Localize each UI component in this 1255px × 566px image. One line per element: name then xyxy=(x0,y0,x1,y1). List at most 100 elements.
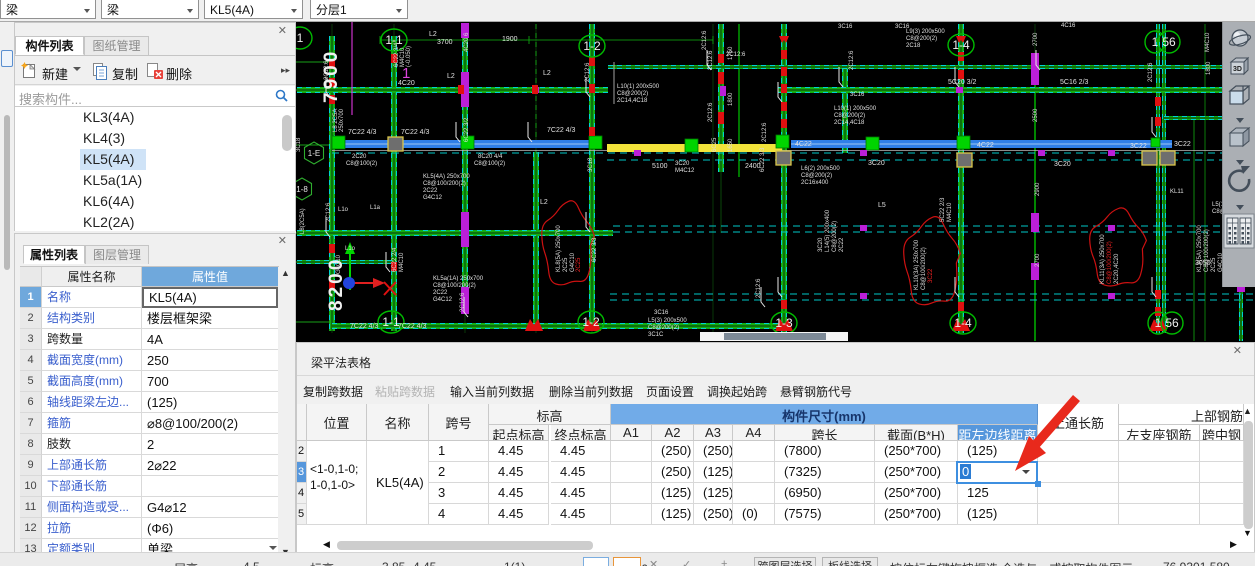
svg-text:1-8: 1-8 xyxy=(296,185,308,194)
svg-text:1-4: 1-4 xyxy=(952,38,970,52)
svg-text:KL10(3A) 250x700: KL10(3A) 250x700 xyxy=(914,239,920,290)
svg-text:M4C10: M4C10 xyxy=(399,252,405,272)
svg-text:L5(3) 200x500: L5(3) 200x500 xyxy=(648,318,687,324)
svg-text:2C14,4C18: 2C14,4C18 xyxy=(617,98,648,104)
svg-text:C8@100(2): C8@100(2) xyxy=(346,161,377,167)
svg-text:1-2: 1-2 xyxy=(583,39,601,53)
svg-text:C8@200(2): C8@200(2) xyxy=(617,91,648,97)
svg-text:KL9(5A) 250x700: KL9(5A) 250x700 xyxy=(1197,225,1203,272)
svg-text:C8@200(2): C8@200(2) xyxy=(834,113,865,119)
svg-text:6C22 2/4: 6C22 2/4 xyxy=(392,247,398,272)
svg-text:2C22: 2C22 xyxy=(839,237,845,252)
svg-text:2C12:6: 2C12:6 xyxy=(708,50,714,70)
svg-text:3C20: 3C20 xyxy=(868,160,885,167)
svg-text:1-4: 1-4 xyxy=(954,316,972,330)
svg-text:C8@100/200(2): C8@100/200(2) xyxy=(423,181,466,187)
svg-text:2C14,4C18: 2C14,4C18 xyxy=(834,120,865,126)
svg-text:2900: 2900 xyxy=(1035,182,1041,196)
svg-text:7C22 4/3: 7C22 4/3 xyxy=(547,127,576,134)
svg-text:4C22: 4C22 xyxy=(977,142,994,149)
svg-text:2C12:6: 2C12:6 xyxy=(585,62,591,82)
svg-text:3700: 3700 xyxy=(437,39,453,46)
svg-text:6C22 3/2: 6C22 3/2 xyxy=(464,117,470,142)
svg-text:C8@100/200(2): C8@100/200(2) xyxy=(433,283,476,289)
svg-text:KL5a(1A) 250x700: KL5a(1A) 250x700 xyxy=(433,276,484,282)
svg-text:5C22 2/3: 5C22 2/3 xyxy=(940,197,946,222)
svg-text:3C22: 3C22 xyxy=(1174,141,1191,148)
svg-text:6C22 3/3: 6C22 3/3 xyxy=(592,237,598,262)
svg-text:1800: 1800 xyxy=(1206,61,1212,75)
svg-text:4C22: 4C22 xyxy=(795,141,812,148)
svg-text:3C18: 3C18 xyxy=(588,157,594,172)
svg-text:2C20: 2C20 xyxy=(352,154,367,160)
svg-text:3C16: 3C16 xyxy=(838,24,853,30)
svg-text:2C25: 2C25 xyxy=(576,257,582,272)
svg-text:C8@200(2): C8@200(2) xyxy=(648,325,679,331)
svg-text:2700: 2700 xyxy=(1033,32,1039,46)
svg-text:2400: 2400 xyxy=(745,163,761,170)
svg-text:1: 1 xyxy=(402,65,410,82)
svg-text:2C16x400: 2C16x400 xyxy=(801,180,829,186)
svg-text:2C12:6: 2C12:6 xyxy=(708,102,714,122)
svg-text:4C16: 4C16 xyxy=(1061,23,1076,29)
svg-text:56: 56 xyxy=(1165,316,1179,330)
svg-text:8C20 4/4: 8C20 4/4 xyxy=(478,154,503,160)
svg-text:L2: L2 xyxy=(429,31,437,38)
svg-text:7C22 4/3: 7C22 4/3 xyxy=(401,129,430,136)
svg-text:2C12:6: 2C12:6 xyxy=(726,52,746,58)
svg-text:C8@100/200(2): C8@100/200(2) xyxy=(1204,229,1210,272)
svg-text:L14(5) 200x400: L14(5) 200x400 xyxy=(825,209,831,252)
svg-text:1800: 1800 xyxy=(728,92,734,106)
svg-text:1900: 1900 xyxy=(502,36,518,43)
svg-text:3D: 3D xyxy=(1233,66,1242,73)
svg-text:2500: 2500 xyxy=(1033,108,1039,122)
svg-text:1-3: 1-3 xyxy=(775,316,793,330)
svg-text:7C22 4/3: 7C22 4/3 xyxy=(348,129,377,136)
svg-text:G4C12: G4C12 xyxy=(423,195,443,201)
svg-text:2C12:6: 2C12:6 xyxy=(324,60,330,80)
svg-text:M4C10: M4C10 xyxy=(1205,32,1211,52)
svg-text:2C12:6: 2C12:6 xyxy=(762,122,768,142)
svg-text:2700: 2700 xyxy=(1035,253,1041,267)
svg-text:KL11(3A) 250x700: KL11(3A) 250x700 xyxy=(1100,234,1106,284)
svg-text:3C1C: 3C1C xyxy=(648,332,664,338)
svg-text:KL11: KL11 xyxy=(1170,189,1184,195)
svg-text:2C22: 2C22 xyxy=(423,188,438,194)
svg-text:C8@100/200(2): C8@100/200(2) xyxy=(921,247,927,290)
svg-text:1-2: 1-2 xyxy=(582,315,600,329)
svg-text:6C25: 6C25 xyxy=(712,137,718,152)
svg-text:3C22: 3C22 xyxy=(1130,143,1147,150)
svg-text:2C20,4C20: 2C20,4C20 xyxy=(1114,253,1120,284)
svg-text:L6(2) 200x500: L6(2) 200x500 xyxy=(801,166,840,172)
svg-text:2C12:6: 2C12:6 xyxy=(849,50,855,70)
svg-text:L1o: L1o xyxy=(338,207,349,213)
svg-text:C8@100(2): C8@100(2) xyxy=(474,161,505,167)
svg-text:5C16 2/3: 5C16 2/3 xyxy=(1060,79,1089,86)
svg-text:KL8(5A) 250x700: KL8(5A) 250x700 xyxy=(556,225,562,272)
svg-text:G4C10: G4C10 xyxy=(336,254,342,274)
svg-text:2C18: 2C18 xyxy=(906,43,921,49)
svg-text:(-0.050): (-0.050) xyxy=(406,46,412,67)
svg-text:2C25: 2C25 xyxy=(1211,257,1217,272)
svg-text:5100: 5100 xyxy=(652,163,668,170)
svg-text:1: 1 xyxy=(297,31,304,45)
svg-text:L2: L2 xyxy=(543,70,551,77)
svg-text:5C20 3/2: 5C20 3/2 xyxy=(948,79,977,86)
svg-text:7C22 4/3: 7C22 4/3 xyxy=(350,323,379,330)
svg-text:L10(1) 200x500: L10(1) 200x500 xyxy=(834,106,877,112)
svg-text:7C22 4/3: 7C22 4/3 xyxy=(398,323,427,330)
svg-text:3C16: 3C16 xyxy=(654,310,669,316)
svg-text:L1o: L1o xyxy=(345,246,356,252)
svg-text:L8(2C5A): L8(2C5A) xyxy=(300,208,306,234)
svg-text:2C25: 2C25 xyxy=(563,257,569,272)
svg-text:C8@100/200(2): C8@100/200(2) xyxy=(1107,241,1113,284)
svg-text:L9(3) 200x500: L9(3) 200x500 xyxy=(906,29,945,35)
svg-text:2C12:6: 2C12:6 xyxy=(702,30,708,50)
svg-text:3C20: 3C20 xyxy=(818,237,824,252)
svg-text:C8@200(2): C8@200(2) xyxy=(906,36,937,42)
svg-text:3C20: 3C20 xyxy=(1054,161,1071,168)
svg-text:1-E: 1-E xyxy=(308,149,320,158)
svg-text:56: 56 xyxy=(1162,35,1176,49)
svg-text:3C22: 3C22 xyxy=(928,268,934,283)
svg-text:KL5(4A) 250x700: KL5(4A) 250x700 xyxy=(423,174,470,180)
